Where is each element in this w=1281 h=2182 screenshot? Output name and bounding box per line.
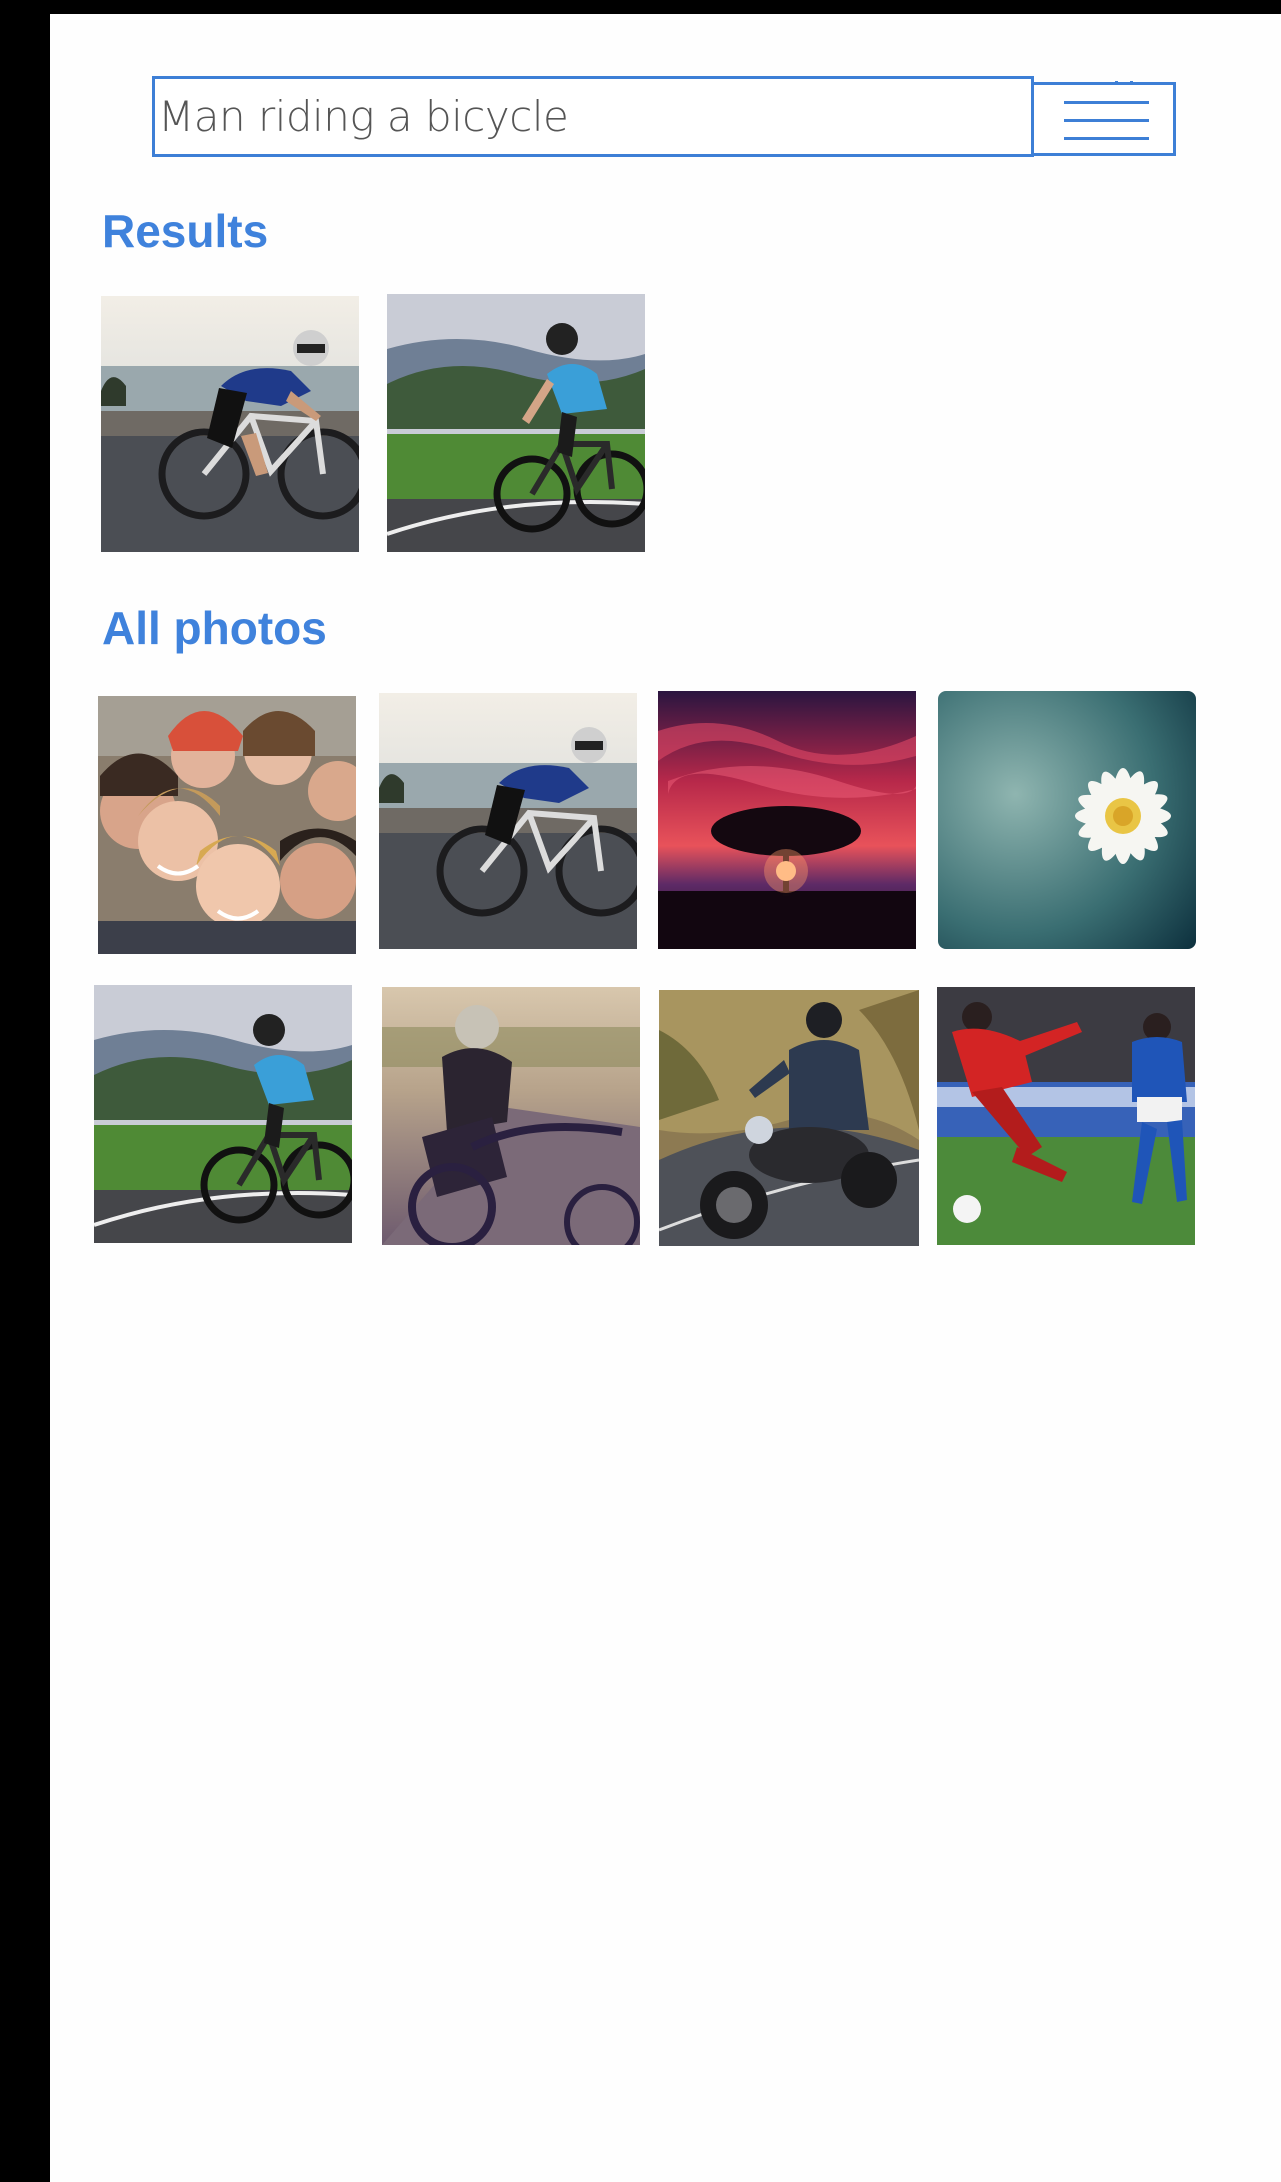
soccer-players-icon: [937, 987, 1195, 1245]
device-frame: Results: [0, 0, 1281, 2182]
photo-cyclist-hills[interactable]: [94, 985, 352, 1243]
photo-soccer-players[interactable]: [937, 987, 1195, 1245]
motorcyclist-icon: [659, 990, 919, 1246]
cyclist-hills-icon: [94, 985, 352, 1243]
results-title: Results: [102, 205, 269, 257]
group-selfie-icon: [98, 696, 356, 954]
cyclist-coast-icon: [379, 693, 637, 949]
result-photo-cyclist-coast[interactable]: [101, 296, 359, 552]
search-input[interactable]: [158, 81, 1013, 151]
tree-sunset-icon: [658, 691, 916, 949]
photo-woman-cyclist[interactable]: [382, 987, 640, 1245]
app-screen: Results: [50, 14, 1281, 2182]
daisy-flower-icon: [938, 691, 1196, 949]
photo-daisy[interactable]: [938, 691, 1196, 949]
photo-cyclist-coast[interactable]: [379, 693, 637, 949]
woman-cyclist-icon: [382, 987, 640, 1245]
photo-cyclist-coast-icon: [101, 296, 359, 552]
menu-button[interactable]: [1034, 82, 1176, 156]
photo-group-selfie[interactable]: [98, 696, 356, 954]
photo-motorcyclist[interactable]: [659, 990, 919, 1246]
photo-cyclist-hills-icon: [387, 294, 645, 552]
all-photos-title: All photos: [102, 602, 327, 654]
search-box[interactable]: [152, 76, 1133, 157]
photo-tree-sunset[interactable]: [658, 691, 916, 949]
result-photo-cyclist-hills[interactable]: [387, 294, 645, 552]
